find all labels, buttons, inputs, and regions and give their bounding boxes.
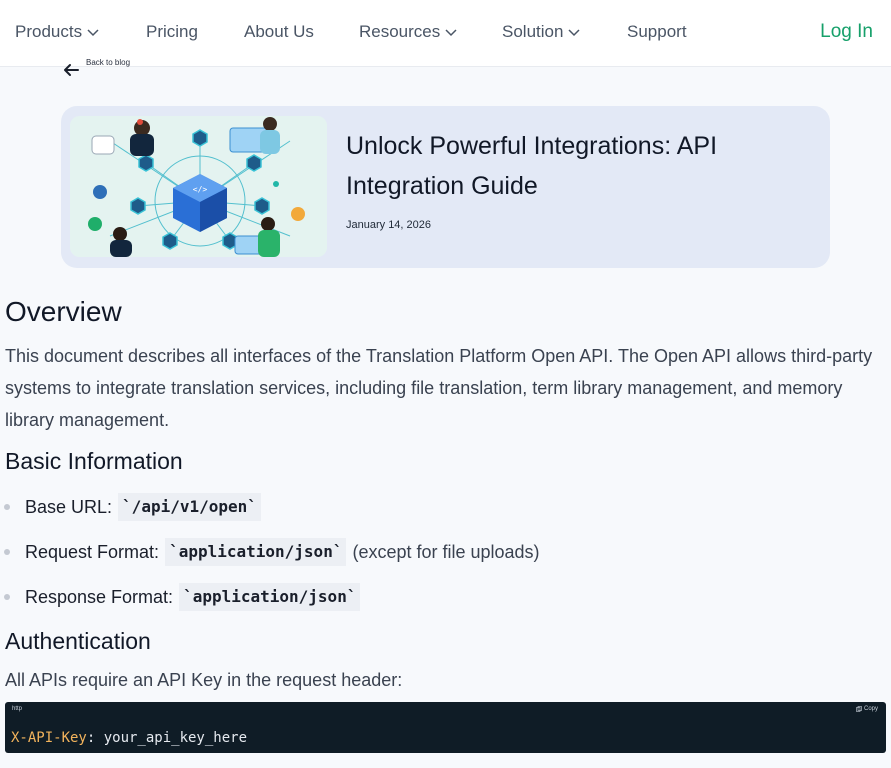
code-header-value: : your_api_key_here <box>86 730 248 746</box>
list-item-label: Request Format: <box>25 542 160 562</box>
svg-text:</>: </> <box>193 185 208 194</box>
nav-about-us[interactable]: About Us <box>244 20 314 44</box>
inline-code: `application/json` <box>165 538 347 566</box>
inline-code: `/api/v1/open` <box>118 493 261 521</box>
nav-resources-label: Resources <box>359 22 441 41</box>
overview-heading: Overview <box>5 296 122 327</box>
nav-products[interactable]: Products <box>15 20 100 44</box>
login-button[interactable]: Log In <box>820 19 873 45</box>
top-navbar: Products Pricing About Us Resources Solu… <box>0 0 891 67</box>
back-to-blog-link[interactable]: Back to blog <box>62 58 130 76</box>
chevron-down-icon <box>87 29 99 37</box>
overview-paragraph: This document describes all interfaces o… <box>5 346 873 430</box>
nav-pricing[interactable]: Pricing <box>146 20 198 44</box>
arrow-left-icon <box>64 64 79 76</box>
list-item-label: Response Format: <box>25 587 174 607</box>
code-line: X-API-Key: your_api_key_here <box>11 728 247 748</box>
list-item-note: (except for file uploads) <box>352 542 540 562</box>
bullet-dot <box>4 549 10 555</box>
bullet-dot <box>4 594 10 600</box>
code-language-label: http <box>12 706 23 712</box>
list-item-request-format: Request Format: `application/json` (exce… <box>4 538 540 566</box>
chevron-down-icon <box>568 29 580 37</box>
nav-resources[interactable]: Resources <box>359 20 458 44</box>
copy-icon <box>856 706 862 712</box>
list-item-label: Base URL: <box>25 497 113 517</box>
nav-products-label: Products <box>15 22 83 41</box>
article-title: Unlock Powerful Integrations: API Integr… <box>346 132 718 200</box>
nav-solution-label: Solution <box>502 22 564 41</box>
basic-information-heading: Basic Information <box>5 448 183 474</box>
list-item-response-format: Response Format: `application/json` <box>4 583 361 611</box>
code-block: http Copy X-API-Key: your_api_key_here <box>5 702 886 753</box>
copy-code-button[interactable]: Copy <box>856 706 878 712</box>
nav-support-label: Support <box>627 22 687 41</box>
nav-pricing-label: Pricing <box>146 22 198 41</box>
api-integration-illustration: </> <box>70 116 327 257</box>
bullet-dot <box>4 504 10 510</box>
copy-label: Copy <box>863 706 878 712</box>
nav-solution[interactable]: Solution <box>502 20 581 44</box>
chevron-down-icon <box>445 29 457 37</box>
authentication-heading: Authentication <box>5 628 151 654</box>
inline-code: `application/json` <box>179 583 361 611</box>
nav-about-label: About Us <box>244 22 314 41</box>
back-label: Back to blog <box>86 58 131 67</box>
nav-support[interactable]: Support <box>627 20 687 44</box>
code-header-key: X-API-Key <box>11 730 87 746</box>
article-date: January 14, 2026 <box>346 219 432 231</box>
authentication-paragraph: All APIs require an API Key in the reque… <box>5 670 403 690</box>
list-item-base-url: Base URL: `/api/v1/open` <box>4 493 261 521</box>
article-hero-card: </> Unlock Powerful Integrations: API In… <box>61 106 830 268</box>
